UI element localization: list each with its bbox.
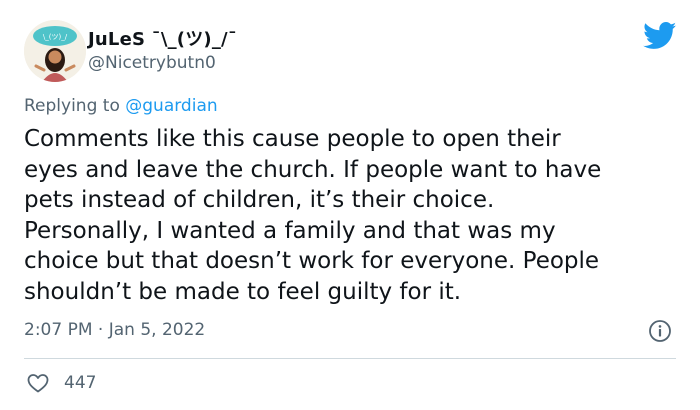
tweet-timestamp[interactable]: 2:07 PM · Jan 5, 2022 (24, 320, 205, 340)
display-name[interactable]: JuLeS ¯\_(ツ)_/¯ (88, 25, 237, 51)
svg-text:\_(ツ)_/: \_(ツ)_/ (43, 33, 68, 41)
info-icon[interactable] (648, 319, 672, 343)
tweet-text-line: eyes and leave the church. If people wan… (24, 156, 602, 183)
tweet-text-line: shouldn’t be made to feel guilty for it. (24, 278, 462, 305)
avatar[interactable]: \_(ツ)_/ (24, 20, 86, 82)
replying-to-link[interactable]: @guardian (125, 96, 217, 116)
user-handle[interactable]: @Nicetrybutn0 (88, 53, 216, 73)
tweet-text-line: Comments like this cause people to open … (24, 126, 561, 152)
tweet-text-line: Personally, I wanted a family and that w… (24, 217, 556, 244)
tweet-text-line: choice but that doesn’t work for everyon… (24, 248, 600, 274)
avatar-illustration: \_(ツ)_/ (24, 20, 86, 82)
twitter-bird-icon[interactable] (643, 22, 677, 50)
replying-prefix: Replying to (24, 96, 126, 116)
like-count: 447 (64, 373, 97, 393)
heart-icon[interactable] (26, 371, 50, 395)
divider (24, 358, 676, 359)
tweet-text: Comments like this cause people to open … (24, 124, 684, 307)
replying-to: Replying to @guardian (24, 96, 218, 116)
tweet-text-line: pets instead of children, it’s their cho… (24, 187, 495, 213)
